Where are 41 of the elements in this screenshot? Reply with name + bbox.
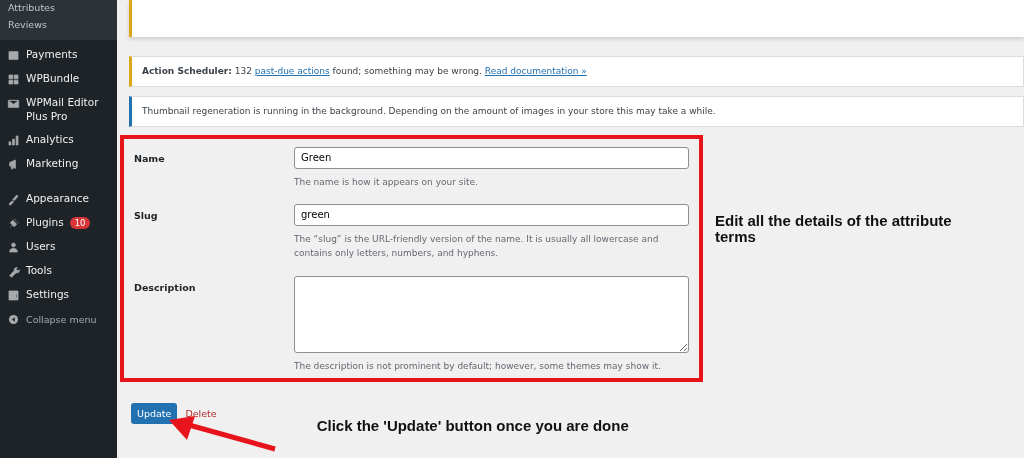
field-label: Slug	[134, 209, 159, 223]
menu-icon	[7, 49, 20, 62]
menu-icon	[7, 289, 20, 303]
field-label: Description	[134, 280, 197, 295]
read-documentation-link[interactable]: Read documentation »	[484, 66, 587, 76]
help-text: The name is how it appears on your site.	[294, 175, 479, 189]
menu-item[interactable]: Appearance	[26, 192, 90, 207]
menu-item[interactable]: Plugins	[26, 216, 64, 231]
notice-message: Action Scheduler: 132 past-due actions found; something may be wrong. Read documentation »	[129, 56, 1024, 87]
description-field[interactable]	[294, 275, 689, 353]
menu-item[interactable]: Settings	[26, 288, 70, 303]
collapse-icon	[7, 313, 20, 327]
submenu-item[interactable]: Attributes	[0, 0, 117, 17]
menu-item[interactable]: Payments	[26, 48, 78, 62]
menu-icon	[7, 97, 20, 110]
annotation-text: Click the 'Update' button once you are done	[316, 416, 629, 434]
menu-icon	[7, 193, 20, 207]
menu-icon	[7, 265, 20, 279]
help-text: The “slug” is the URL-friendly version of the name. It is usually all lowercase and contains only letters, numbers, and hyphens.	[294, 233, 660, 261]
menu-icon	[7, 241, 20, 255]
annotation-text: Edit all the details of the attribute terms	[715, 212, 953, 246]
notice-message: Thumbnail regeneration is running in the background. Depending on the amount of images in your store this may take a while.	[129, 95, 1024, 127]
text-field[interactable]: Green	[294, 146, 689, 169]
help-text: The description is not prominent by default; however, some themes may show it.	[294, 359, 662, 373]
menu-icon	[7, 217, 20, 231]
update-count-badge: 10	[69, 217, 91, 230]
menu-icon	[7, 134, 20, 148]
collapse-menu-button[interactable]: Collapse menu	[26, 313, 97, 325]
past-due-actions-link[interactable]: past-due actions	[254, 66, 330, 76]
menu-item[interactable]: Users	[26, 240, 56, 255]
menu-item[interactable]: WPBundle	[26, 72, 80, 86]
menu-item[interactable]: WPMail Editor Plus Pro	[26, 96, 111, 124]
menu-item[interactable]: Analytics	[26, 133, 74, 148]
menu-item[interactable]: Tools	[26, 264, 52, 279]
submenu-item[interactable]: Reviews	[0, 17, 117, 34]
field-label: Name	[134, 151, 166, 166]
delete-link[interactable]: Delete	[185, 407, 217, 419]
menu-item[interactable]: Marketing	[26, 157, 79, 172]
menu-icon	[7, 73, 20, 86]
update-button[interactable]: Update	[131, 402, 178, 424]
text-field[interactable]: green	[294, 204, 689, 226]
